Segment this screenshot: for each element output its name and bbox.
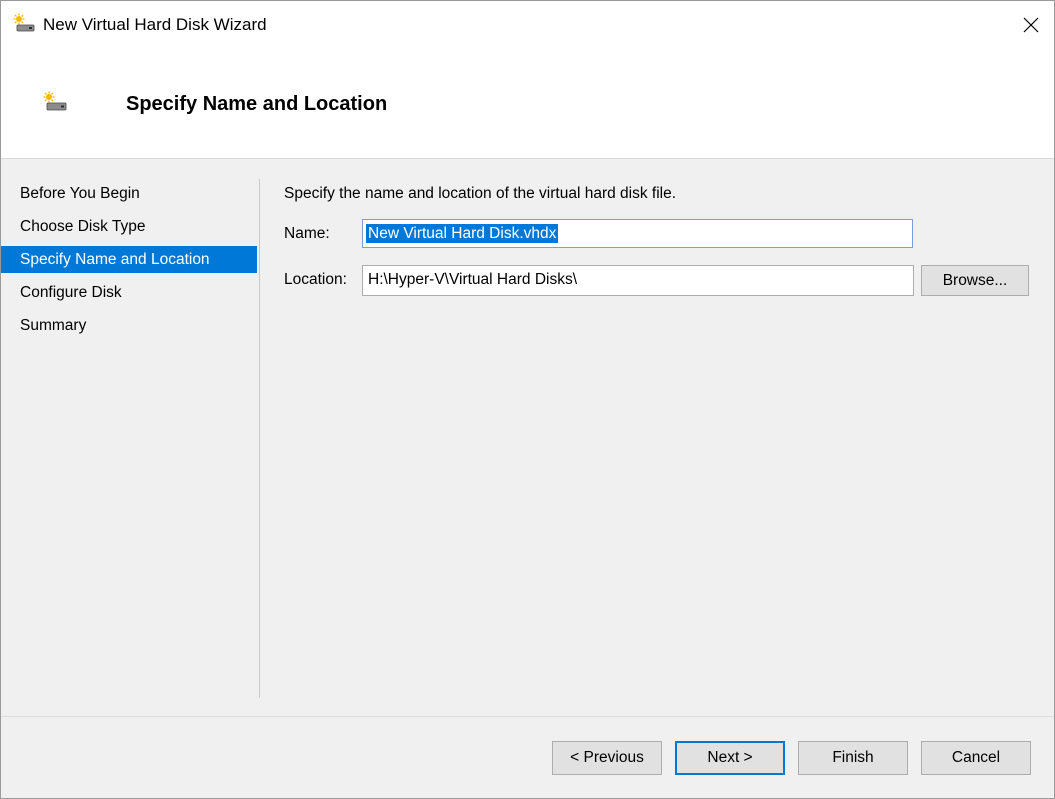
- location-field[interactable]: H:\Hyper-V\Virtual Hard Disks\: [362, 265, 914, 296]
- nav-item-choose-disk-type[interactable]: Choose Disk Type: [1, 213, 257, 240]
- wizard-steps-nav: Before You Begin Choose Disk Type Specif…: [1, 159, 259, 699]
- close-icon: [1023, 17, 1039, 33]
- cancel-button[interactable]: Cancel: [921, 741, 1031, 775]
- main-content: Specify the name and location of the vir…: [260, 159, 1054, 699]
- instruction-text: Specify the name and location of the vir…: [284, 185, 677, 202]
- page-title: Specify Name and Location: [126, 93, 388, 115]
- next-button[interactable]: Next >: [675, 741, 785, 775]
- footer-divider: [1, 716, 1054, 717]
- nav-item-summary[interactable]: Summary: [1, 312, 257, 339]
- browse-button[interactable]: Browse...: [921, 265, 1029, 296]
- close-button[interactable]: [1008, 1, 1054, 49]
- wizard-window: New Virtual Hard Disk Wizard Specify Nam…: [0, 0, 1055, 799]
- nav-item-specify-name-and-location[interactable]: Specify Name and Location: [1, 246, 257, 273]
- window-title: New Virtual Hard Disk Wizard: [43, 15, 267, 34]
- location-field-value: H:\Hyper-V\Virtual Hard Disks\: [368, 271, 578, 288]
- finish-button[interactable]: Finish: [798, 741, 908, 775]
- disk-wizard-icon: [13, 13, 35, 32]
- name-label: Name:: [284, 225, 330, 242]
- name-field[interactable]: New Virtual Hard Disk.vhdx: [362, 219, 913, 248]
- disk-wizard-icon: [43, 91, 67, 111]
- title-bar: New Virtual Hard Disk Wizard: [1, 1, 1054, 49]
- name-field-value: New Virtual Hard Disk.vhdx: [366, 224, 559, 243]
- location-label: Location:: [284, 271, 347, 288]
- wizard-header: Specify Name and Location: [1, 49, 1054, 159]
- nav-item-before-you-begin[interactable]: Before You Begin: [1, 180, 257, 207]
- previous-button[interactable]: < Previous: [552, 741, 662, 775]
- nav-item-configure-disk[interactable]: Configure Disk: [1, 279, 257, 306]
